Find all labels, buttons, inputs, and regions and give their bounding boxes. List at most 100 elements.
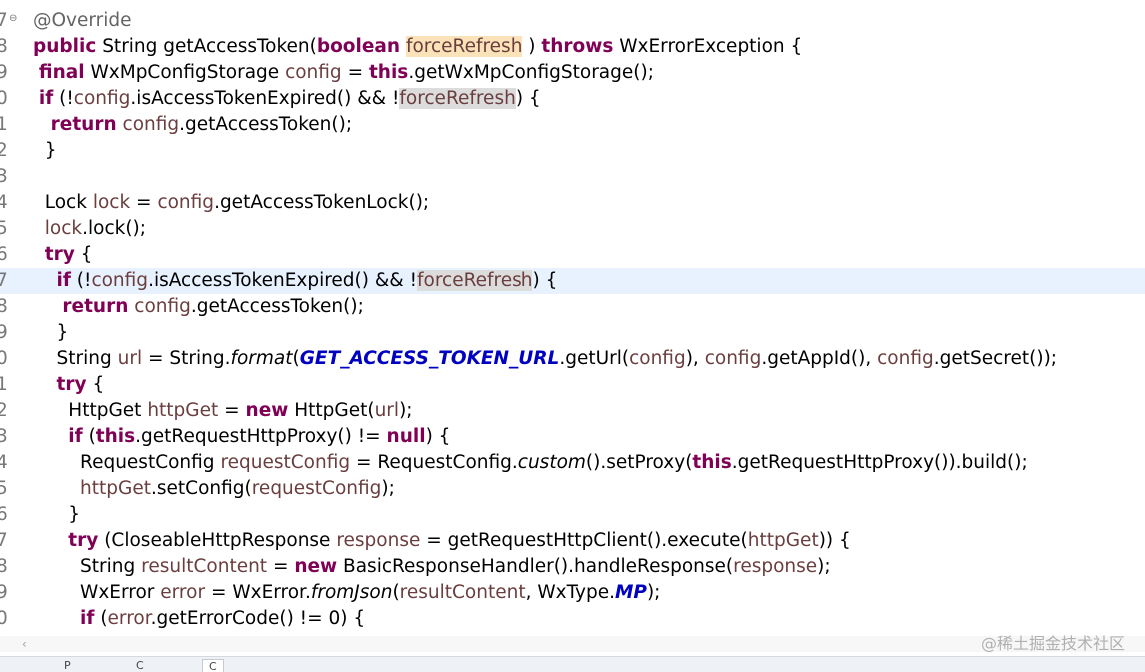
code-token: String xyxy=(33,556,142,577)
code-text: Lock lock = config.getAccessTokenLock(); xyxy=(33,190,429,216)
code-token: custom xyxy=(517,452,586,473)
code-token: String xyxy=(33,348,118,369)
bottom-tab[interactable]: C xyxy=(130,659,150,672)
code-token: BasicResponseHandler().handleResponse( xyxy=(337,556,734,577)
keyword-token: public xyxy=(33,36,97,57)
code-token: .setConfig( xyxy=(151,478,252,499)
bottom-tab[interactable]: C xyxy=(202,659,224,672)
keyword-token: if xyxy=(56,270,71,291)
code-token: = getRequestHttpClient().execute( xyxy=(420,530,748,551)
line-number: 4 xyxy=(0,452,8,473)
line-number: 8 xyxy=(0,556,8,577)
line-number: 3 xyxy=(0,426,8,447)
code-line[interactable]: 6 } xyxy=(0,502,1145,528)
code-token: (! xyxy=(53,88,74,109)
keyword-token: if xyxy=(68,426,83,447)
code-token: { xyxy=(86,374,105,395)
horizontal-scrollbar[interactable]: ‹ xyxy=(0,636,1145,652)
code-line[interactable]: 5 httpGet.setConfig(requestConfig); xyxy=(0,476,1145,502)
variable-token: config xyxy=(877,348,934,369)
line-number: 9 xyxy=(0,582,8,603)
code-line[interactable]: 4 RequestConfig requestConfig = RequestC… xyxy=(0,450,1145,476)
code-line[interactable]: 7 try (CloseableHttpResponse response = … xyxy=(0,528,1145,554)
code-token: .getAccessTokenLock(); xyxy=(214,192,430,213)
code-line[interactable]: 8 return config.getAccessToken(); xyxy=(0,294,1145,320)
code-text: return config.getAccessToken(); xyxy=(33,112,352,138)
code-line[interactable]: 0 if (error.getErrorCode() != 0) { xyxy=(0,606,1145,632)
code-text: lock.lock(); xyxy=(33,216,146,242)
code-token: = xyxy=(267,556,295,577)
code-token: RequestConfig xyxy=(33,452,221,473)
scroll-left-icon[interactable]: ‹ xyxy=(22,636,27,652)
code-token: ().setProxy( xyxy=(585,452,693,473)
code-text: WxError error = WxError.fromJson(resultC… xyxy=(33,580,660,606)
variable-token: response xyxy=(336,530,421,551)
code-token: (! xyxy=(70,270,92,291)
line-number: 7 xyxy=(0,530,8,551)
variable-token: config xyxy=(285,62,342,83)
variable-token: requestConfig xyxy=(251,478,382,499)
code-text: if (!config.isAccessTokenExpired() && !f… xyxy=(33,268,557,294)
fold-toggle-icon[interactable]: ⊖ xyxy=(9,6,17,32)
line-number: 0 xyxy=(0,348,8,369)
code-line-current[interactable]: 7 if (!config.isAccessTokenExpired() && … xyxy=(0,268,1145,294)
code-line[interactable]: 1 try { xyxy=(0,372,1145,398)
bottom-tab[interactable]: P xyxy=(58,659,77,672)
keyword-token: boolean xyxy=(316,36,401,57)
code-token: )) { xyxy=(818,530,851,551)
keyword-token: try xyxy=(56,374,87,395)
code-line[interactable]: 0 String url = String.format(GET_ACCESS_… xyxy=(0,346,1145,372)
code-line[interactable]: 4 Lock lock = config.getAccessTokenLock(… xyxy=(0,190,1145,216)
code-token: ( xyxy=(82,426,96,447)
keyword-token: final xyxy=(38,62,85,83)
code-line[interactable]: 0 if (!config.isAccessTokenExpired() && … xyxy=(0,86,1145,112)
code-token: GET_ACCESS_TOKEN_URL xyxy=(299,348,560,369)
code-line[interactable]: 9 } xyxy=(0,320,1145,346)
code-token: String getAccessToken( xyxy=(96,36,317,57)
variable-token: url xyxy=(117,348,143,369)
variable-token: httpGet xyxy=(747,530,819,551)
line-number: 5 xyxy=(0,478,8,499)
code-token: } xyxy=(33,322,69,343)
variable-token: url xyxy=(374,400,400,421)
code-line[interactable]: 7 ⊖ @Override xyxy=(0,8,1145,34)
code-editor[interactable]: 7 ⊖ @Override 8 public String getAccessToken… xyxy=(0,0,1145,636)
variable-token: forceRefresh xyxy=(405,36,523,57)
variable-token: lock xyxy=(92,192,131,213)
keyword-token: this xyxy=(368,62,409,83)
code-line[interactable]: 2 } xyxy=(0,138,1145,164)
code-token: .getSecret()); xyxy=(933,348,1058,369)
code-line[interactable]: 6 try { xyxy=(0,242,1145,268)
code-line[interactable]: 1 return config.getAccessToken(); xyxy=(0,112,1145,138)
code-token: (CloseableHttpResponse xyxy=(98,530,337,551)
code-token: .getRequestHttpProxy()).build(); xyxy=(731,452,1028,473)
code-line[interactable]: 3 if (this.getRequestHttpProxy() != null… xyxy=(0,424,1145,450)
code-token: ); xyxy=(399,400,413,421)
code-token: fromJson xyxy=(310,582,393,603)
code-text: if (this.getRequestHttpProxy() != null) … xyxy=(33,424,450,450)
code-line[interactable]: 2 HttpGet httpGet = new HttpGet(url); xyxy=(0,398,1145,424)
code-line[interactable]: 8 public String getAccessToken(boolean fo… xyxy=(0,34,1145,60)
line-number: 2 xyxy=(0,400,8,421)
code-text: } xyxy=(33,502,80,528)
code-line[interactable]: 3 xyxy=(0,164,1145,190)
line-number: 0 xyxy=(0,88,8,109)
code-line[interactable]: 9 WxError error = WxError.fromJson(resul… xyxy=(0,580,1145,606)
line-number: 1 xyxy=(0,374,8,395)
code-token: = WxError. xyxy=(205,582,311,603)
code-token: { xyxy=(74,244,93,265)
code-line[interactable]: 9 final WxMpConfigStorage config = this.… xyxy=(0,60,1145,86)
code-token: format xyxy=(230,348,293,369)
code-line[interactable]: 8 String resultContent = new BasicRespon… xyxy=(0,554,1145,580)
code-token: ) { xyxy=(532,270,558,291)
code-token: ( xyxy=(94,608,108,629)
code-text: String url = String.format(GET_ACCESS_TO… xyxy=(33,346,1058,372)
code-line[interactable]: 5 lock.lock(); xyxy=(0,216,1145,242)
keyword-token: try xyxy=(68,530,99,551)
